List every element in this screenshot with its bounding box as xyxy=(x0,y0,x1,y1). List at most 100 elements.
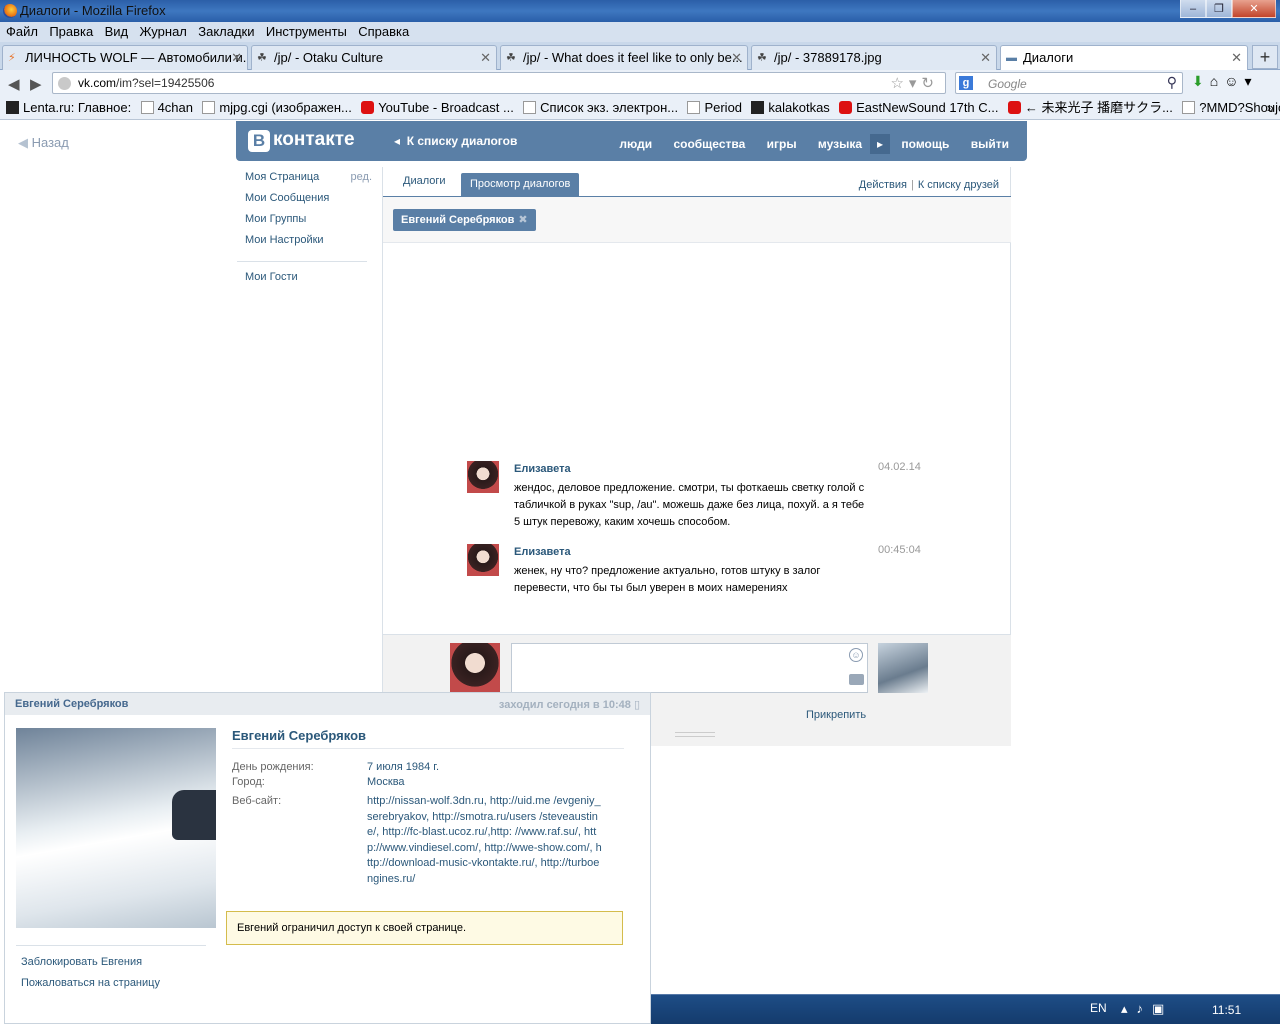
system-tray: ▴♪▣ xyxy=(1121,1001,1173,1017)
profile-photo[interactable] xyxy=(16,728,216,928)
menu-my-guests[interactable]: Мои Гости xyxy=(245,271,380,292)
menu-help[interactable]: Справка xyxy=(358,22,409,42)
nav-music[interactable]: музыка xyxy=(818,137,862,151)
bookmark-4chan[interactable]: 4chan xyxy=(140,96,193,119)
search-icon[interactable]: ⚲ xyxy=(1167,74,1177,91)
city-value[interactable]: Москва xyxy=(367,775,405,791)
menu-history[interactable]: Журнал xyxy=(139,22,186,42)
edit-link[interactable]: ред. xyxy=(351,171,372,183)
addon-icon[interactable]: ☺ xyxy=(1224,73,1244,89)
back-arrow-icon[interactable]: ◀ xyxy=(8,75,20,93)
bookmark-mjpg[interactable]: mjpg.cgi (изображен... xyxy=(202,96,352,119)
left-menu: Моя Страница ред. Мои Сообщения Мои Групп… xyxy=(237,171,380,292)
new-tab-button[interactable]: + xyxy=(1252,45,1278,69)
friends-list-link[interactable]: К списку друзей xyxy=(918,179,999,191)
menu-my-groups[interactable]: Мои Группы xyxy=(245,213,380,234)
message-author[interactable]: Елизавета xyxy=(514,546,571,558)
clock[interactable]: 11:51 xyxy=(1212,1003,1241,1017)
nav-people[interactable]: люди xyxy=(619,137,652,151)
my-avatar[interactable] xyxy=(450,643,500,693)
peer-avatar[interactable] xyxy=(878,643,928,693)
report-page-link[interactable]: Пожаловаться на страницу xyxy=(21,977,160,989)
dialogs-list-link[interactable]: ◂ К списку диалогов xyxy=(394,134,517,148)
nav-help[interactable]: помощь xyxy=(901,137,949,151)
tab-dialogs-list[interactable]: Диалоги xyxy=(403,175,446,187)
tab-view-dialogs[interactable]: Просмотр диалогов xyxy=(461,173,580,197)
bookmark-youtube[interactable]: YouTube - Broadcast ... xyxy=(361,96,514,119)
maximize-button[interactable]: ❐ xyxy=(1206,0,1232,18)
bookmark-star-icon[interactable]: ☆▾↻ xyxy=(890,74,939,92)
download-icon[interactable]: ⬇ xyxy=(1192,73,1210,89)
back-link[interactable]: ◀ Назад xyxy=(18,135,69,151)
close-window-button[interactable]: ✕ xyxy=(1232,0,1276,18)
tab-otaku[interactable]: ☘ /jp/ - Otaku Culture ✕ xyxy=(251,45,497,70)
volume-icon[interactable]: ♪ xyxy=(1137,1001,1153,1016)
bookmark-period[interactable]: Period xyxy=(687,96,742,119)
attach-link[interactable]: Прикрепить xyxy=(806,709,866,721)
menu-my-page[interactable]: Моя Страница ред. xyxy=(245,171,380,192)
tab-dialogs[interactable]: ▬ Диалоги ✕ xyxy=(1000,45,1248,70)
bookmark-harima[interactable]: ← 未来光子 播磨サクラ... xyxy=(1007,96,1173,119)
bookmark-mmd[interactable]: ?MMD?Shoujo Misui?... xyxy=(1182,96,1280,119)
resize-handle[interactable] xyxy=(675,732,715,737)
bookmark-eastnewsound[interactable]: EastNewSound 17th C... xyxy=(839,96,999,119)
more-bookmarks-icon[interactable]: » xyxy=(1267,96,1274,119)
close-tab-icon[interactable]: ✕ xyxy=(731,50,742,66)
birthday-value[interactable]: 7 июля 1984 г. xyxy=(367,760,439,776)
last-seen-status: заходил сегодня в 10:48 ▯ xyxy=(498,699,640,711)
avatar[interactable] xyxy=(467,461,499,493)
nav-games[interactable]: игры xyxy=(767,137,797,151)
bookmark-kalakotkas[interactable]: kalakotkas xyxy=(751,96,830,119)
avatar[interactable] xyxy=(467,544,499,576)
actions-link[interactable]: Действия xyxy=(859,179,907,191)
nav-logout[interactable]: выйти xyxy=(971,137,1009,151)
youtube-icon xyxy=(839,101,853,114)
nav-communities[interactable]: сообщества xyxy=(673,137,745,151)
home-icon[interactable]: ⌂ xyxy=(1210,73,1224,89)
vk-logo[interactable]: Вконтакте xyxy=(248,129,355,152)
peer-bar: Евгений Серебряков ✖ xyxy=(383,197,1011,243)
smile-icon[interactable]: ☺ xyxy=(849,648,863,662)
downloads-home-icons[interactable]: ⬇⌂☺▾ xyxy=(1192,73,1258,90)
menu-divider xyxy=(237,261,367,262)
menu-view[interactable]: Вид xyxy=(105,22,129,42)
bookmark-lenta[interactable]: Lenta.ru: Главное: xyxy=(6,96,131,119)
menu-my-settings[interactable]: Мои Настройки xyxy=(245,234,380,255)
url-text[interactable]: vk.com/im?sel=19425506 xyxy=(78,76,214,90)
profile-popup: Евгений Серебряков заходил сегодня в 10:… xyxy=(4,692,651,1024)
close-tab-icon[interactable]: ✕ xyxy=(980,50,991,66)
message-date: 00:45:04 xyxy=(878,544,921,556)
close-tab-icon[interactable]: ✕ xyxy=(480,50,491,66)
play-icon[interactable]: ▸ xyxy=(870,134,891,154)
menu-chevron-icon[interactable]: ▾ xyxy=(1245,73,1258,89)
address-bar[interactable]: vk.com/im?sel=19425506 ☆▾↻ xyxy=(52,72,946,94)
peer-chip[interactable]: Евгений Серебряков ✖ xyxy=(393,209,536,231)
block-user-link[interactable]: Заблокировать Евгения xyxy=(21,956,142,968)
forward-arrow-icon[interactable]: ▶ xyxy=(30,75,42,93)
tab-jp-thread[interactable]: ☘ /jp/ - What does it feel like to only … xyxy=(500,45,748,70)
menu-file[interactable]: Файл xyxy=(6,22,38,42)
message-author[interactable]: Елизавета xyxy=(514,463,571,475)
menu-my-messages[interactable]: Мои Сообщения xyxy=(245,192,380,213)
bird-icon xyxy=(751,101,765,114)
tray-expand-icon[interactable]: ▴ xyxy=(1121,1001,1137,1016)
menu-edit[interactable]: Правка xyxy=(49,22,93,42)
remove-peer-icon[interactable]: ✖ xyxy=(518,214,527,226)
bookmark-list[interactable]: Список экз. электрон... xyxy=(523,96,678,119)
search-box[interactable]: g Google ⚲ xyxy=(955,72,1183,94)
tab-label: Диалоги xyxy=(1023,50,1074,65)
website-value[interactable]: http://nissan-wolf.3dn.ru, http://uid.me… xyxy=(367,794,603,887)
close-tab-icon[interactable]: ✕ xyxy=(1231,50,1242,66)
menu-bookmarks[interactable]: Закладки xyxy=(198,22,254,42)
tab-jp-image[interactable]: ☘ /jp/ - 37889178.jpg ✕ xyxy=(751,45,997,70)
tab-wolf[interactable]: ⚡ ЛИЧНОСТЬ WOLF — Автомобили и... ✕ xyxy=(2,45,248,70)
google-icon[interactable]: g xyxy=(959,76,973,90)
minimize-button[interactable]: – xyxy=(1180,0,1206,18)
menu-tools[interactable]: Инструменты xyxy=(266,22,347,42)
close-tab-icon[interactable]: ✕ xyxy=(231,50,242,66)
navigation-bar: ◀ ▶ vk.com/im?sel=19425506 ☆▾↻ g Google … xyxy=(0,70,1280,96)
message-input[interactable] xyxy=(511,643,868,693)
network-icon[interactable]: ▣ xyxy=(1152,1001,1173,1016)
camera-icon[interactable] xyxy=(849,674,864,685)
language-indicator[interactable]: EN xyxy=(1090,1001,1107,1015)
